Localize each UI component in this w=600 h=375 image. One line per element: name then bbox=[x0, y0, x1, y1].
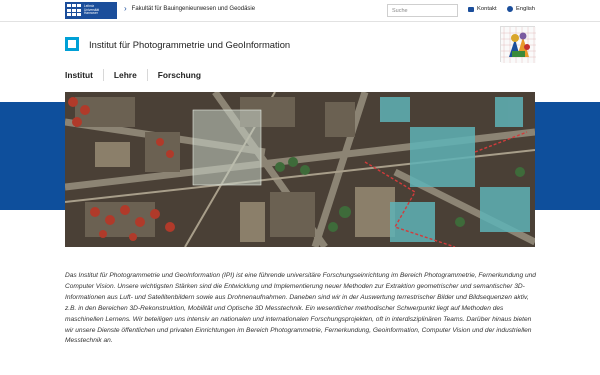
intro-paragraph: Das Institut für Photogrammetrie und Geo… bbox=[65, 272, 536, 345]
contact-label: Kontakt bbox=[477, 6, 497, 12]
institute-logo[interactable] bbox=[65, 37, 79, 51]
main-navigation: Institut Lehre Forschung bbox=[65, 69, 201, 81]
nav-item-forschung[interactable]: Forschung bbox=[158, 70, 201, 80]
university-logo[interactable]: Leibniz Universität Hannover bbox=[65, 2, 117, 19]
ipi-emblem-image bbox=[500, 26, 536, 63]
search-input[interactable] bbox=[387, 4, 458, 17]
language-switch[interactable]: English bbox=[507, 6, 535, 12]
language-label: English bbox=[516, 6, 536, 12]
faculty-link[interactable]: › Fakultät für Bauingenieurwesen und Geo… bbox=[124, 4, 256, 13]
university-logo-mark bbox=[67, 4, 81, 17]
nav-item-lehre[interactable]: Lehre bbox=[114, 70, 137, 80]
nav-divider bbox=[146, 69, 148, 81]
top-bar: Leibniz Universität Hannover › Fakultät … bbox=[0, 0, 600, 22]
nav-item-institut[interactable]: Institut bbox=[65, 70, 93, 80]
university-logo-text: Leibniz Universität Hannover bbox=[84, 3, 100, 16]
hero-aerial-image bbox=[65, 92, 535, 247]
chevron-right-icon: › bbox=[124, 4, 127, 13]
faculty-link-label: Fakultät für Bauingenieurwesen und Geodä… bbox=[131, 6, 256, 12]
globe-icon bbox=[507, 6, 513, 12]
contact-link[interactable]: Kontakt bbox=[468, 6, 497, 12]
mail-icon bbox=[468, 6, 474, 12]
institute-title[interactable]: Institut für Photogrammetrie und GeoInfo… bbox=[89, 39, 290, 50]
nav-divider bbox=[102, 69, 104, 81]
